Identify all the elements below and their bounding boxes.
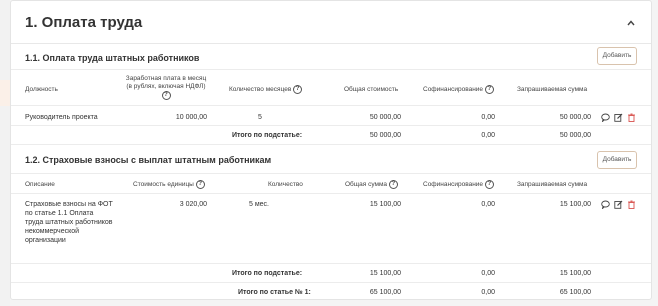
row-months: 5 <box>258 114 262 121</box>
col-header-total-sum: Общая сумма ? <box>345 180 398 189</box>
comment-icon[interactable] <box>601 113 610 122</box>
divider <box>11 263 651 264</box>
left-strip-mark <box>0 80 10 106</box>
row-actions <box>601 113 636 122</box>
add-button-1-2[interactable]: Добавить <box>597 151 637 169</box>
section-title: 1. Оплата труда <box>25 14 143 31</box>
subtotal-total-2: 15 100,00 <box>369 270 401 277</box>
subtotal-requested: 50 000,00 <box>559 132 591 139</box>
question-circle-icon[interactable]: ? <box>388 180 398 189</box>
subtotal-cofinance: 0,00 <box>481 132 495 139</box>
question-circle-icon[interactable]: ? <box>293 85 303 94</box>
divider <box>11 69 651 70</box>
edit-icon[interactable] <box>614 113 623 122</box>
trash-icon[interactable] <box>627 200 636 209</box>
col-header-quantity: Количество <box>268 181 303 188</box>
row-total: 50 000,00 <box>369 114 401 121</box>
article-total-cofinance: 0,00 <box>481 289 495 296</box>
subtotal-cofinance-2: 0,00 <box>481 270 495 277</box>
comment-icon[interactable] <box>601 200 610 209</box>
col-header-salary: Заработная плата в месяц (в рублях, вклю… <box>125 75 207 100</box>
row-actions <box>601 200 636 209</box>
question-circle-icon[interactable]: ? <box>195 180 205 189</box>
col-header-months: Количество месяцев ? <box>229 85 303 94</box>
divider <box>11 173 651 174</box>
subsection-title-1-2: 1.2. Страховые взносы с выплат штатным р… <box>25 155 272 165</box>
row-total-sum: 15 100,00 <box>369 201 401 208</box>
row-requested: 50 000,00 <box>559 114 591 121</box>
row-cofinance-2: 0,00 <box>481 201 495 208</box>
divider <box>11 144 651 145</box>
subtotal-total: 50 000,00 <box>369 132 401 139</box>
col-header-position: Должность <box>25 86 58 93</box>
divider <box>11 193 651 194</box>
col-header-cofinance: Софинансирование ? <box>423 85 494 94</box>
subsection-title-1-1: 1.1. Оплата труда штатных работников <box>25 53 200 63</box>
article-total-label: Итого по статье № 1: <box>238 289 311 296</box>
row-quantity: 5 мес. <box>249 201 269 208</box>
question-circle-icon[interactable]: ? <box>484 180 494 189</box>
row-unit-cost: 3 020,00 <box>179 201 207 208</box>
row-description: Страховые взносы на ФОТ по статье 1.1 Оп… <box>25 201 113 244</box>
edit-icon[interactable] <box>614 200 623 209</box>
subtotal-label-2: Итого по подстатье: <box>232 270 303 277</box>
trash-icon[interactable] <box>627 113 636 122</box>
col-header-total: Общая стоимость <box>344 86 399 93</box>
article-total-sum: 65 100,00 <box>369 289 401 296</box>
section-header[interactable]: 1. Оплата труда <box>11 1 651 44</box>
subtotal-label: Итого по подстатье: <box>232 132 303 139</box>
col-header-salary-label: Заработная плата в месяц (в рублях, вклю… <box>125 75 207 90</box>
row-salary: 10 000,00 <box>175 114 207 121</box>
col-header-description: Описание <box>25 181 55 188</box>
divider <box>11 105 651 106</box>
article-total-requested: 65 100,00 <box>559 289 591 296</box>
row-cofinance: 0,00 <box>481 114 495 121</box>
divider <box>11 282 651 283</box>
col-header-requested-2: Запрашиваемая сумма <box>517 181 588 188</box>
budget-section-card: 1. Оплата труда 1.1. Оплата труда штатны… <box>10 0 652 300</box>
chevron-up-icon[interactable] <box>627 19 635 27</box>
col-header-months-label: Количество месяцев <box>229 86 292 94</box>
question-circle-icon[interactable]: ? <box>161 91 171 100</box>
col-header-total-sum-label: Общая сумма <box>345 181 388 189</box>
col-header-cofinance-label: Софинансирование <box>423 86 484 94</box>
left-strip <box>0 0 10 306</box>
col-header-unit-cost: Стоимость единицы ? <box>133 180 205 189</box>
col-header-unit-cost-label: Стоимость единицы <box>133 181 194 189</box>
row-requested-2: 15 100,00 <box>559 201 591 208</box>
subtotal-requested-2: 15 100,00 <box>559 270 591 277</box>
row-position: Руководитель проекта <box>25 114 98 121</box>
question-circle-icon[interactable]: ? <box>484 85 494 94</box>
col-header-requested: Запрашиваемая сумма <box>517 86 588 93</box>
divider <box>11 125 651 126</box>
col-header-cofinance-2-label: Софинансирование <box>423 181 484 189</box>
col-header-cofinance-2: Софинансирование ? <box>423 180 494 189</box>
add-button-1-1[interactable]: Добавить <box>597 47 637 65</box>
